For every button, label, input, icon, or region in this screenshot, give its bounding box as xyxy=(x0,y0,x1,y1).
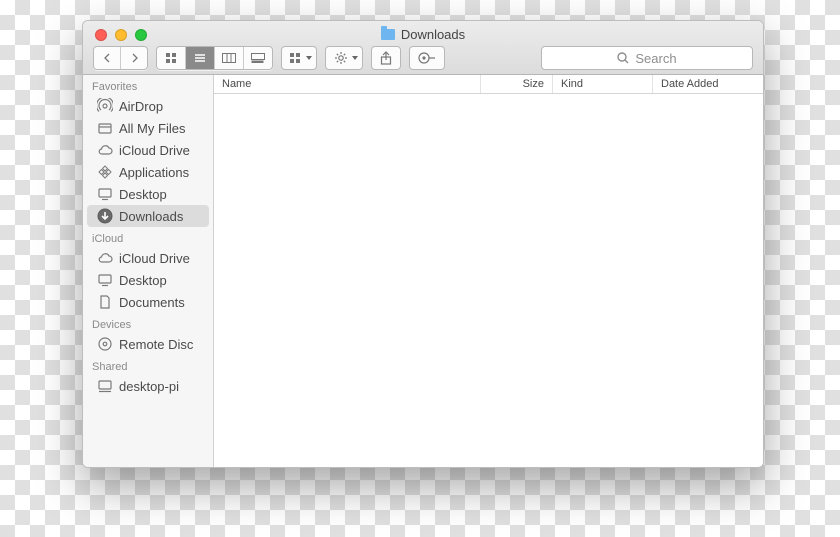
search-input[interactable]: Search xyxy=(541,46,753,70)
action-button[interactable] xyxy=(325,46,363,70)
chevron-left-icon xyxy=(103,53,112,63)
chevron-right-icon xyxy=(130,53,139,63)
view-list-button[interactable] xyxy=(185,47,214,69)
desktop-icon xyxy=(97,272,113,288)
share-icon xyxy=(380,51,392,65)
list-icon xyxy=(194,53,206,63)
icloud-icon xyxy=(97,142,113,158)
sidebar-item-desktop-pi[interactable]: desktop-pi xyxy=(83,375,213,397)
file-list: Name Size Kind Date Added xyxy=(214,75,763,467)
nav-forward-button[interactable] xyxy=(120,47,147,69)
toolbar: Search xyxy=(83,46,763,74)
airdrop-icon xyxy=(97,98,113,114)
sidebar-heading: Favorites xyxy=(83,75,213,95)
arrange-button[interactable] xyxy=(281,46,317,70)
gallery-icon xyxy=(251,53,265,63)
sidebar-item-documents[interactable]: Documents xyxy=(83,291,213,313)
sidebar-item-label: iCloud Drive xyxy=(119,143,190,158)
column-header-size[interactable]: Size xyxy=(481,75,553,93)
caret-down-icon xyxy=(352,56,358,60)
sidebar-heading: Shared xyxy=(83,355,213,375)
search-placeholder: Search xyxy=(635,51,676,66)
disc-icon xyxy=(97,336,113,352)
sidebar-item-label: AirDrop xyxy=(119,99,163,114)
sidebar: Favorites AirDrop All My Files iCloud Drive… xyxy=(83,75,214,467)
grid-icon xyxy=(165,52,177,64)
tag-icon xyxy=(418,52,436,64)
sidebar-item-applications[interactable]: Applications xyxy=(83,161,213,183)
view-gallery-button[interactable] xyxy=(243,47,272,69)
window-minimize-button[interactable] xyxy=(115,29,127,41)
sidebar-item-label: Documents xyxy=(119,295,185,310)
sidebar-heading: iCloud xyxy=(83,227,213,247)
sidebar-item-desktop[interactable]: Desktop xyxy=(83,183,213,205)
apps-icon xyxy=(97,164,113,180)
view-columns-button[interactable] xyxy=(214,47,243,69)
sidebar-item-label: Desktop xyxy=(119,273,167,288)
window-title: Downloads xyxy=(401,27,465,42)
sidebar-item-remote-disc[interactable]: Remote Disc xyxy=(83,333,213,355)
title-folder-icon xyxy=(381,29,395,40)
sidebar-item-downloads[interactable]: Downloads xyxy=(87,205,209,227)
sidebar-item-label: Desktop xyxy=(119,187,167,202)
window-zoom-button[interactable] xyxy=(135,29,147,41)
allfiles-icon xyxy=(97,120,113,136)
sidebar-item-label: All My Files xyxy=(119,121,185,136)
icloud-icon xyxy=(97,250,113,266)
nav-back-button[interactable] xyxy=(94,47,120,69)
sidebar-item-desktop[interactable]: Desktop xyxy=(83,269,213,291)
gear-icon xyxy=(334,51,348,65)
sidebar-item-label: desktop-pi xyxy=(119,379,179,394)
documents-icon xyxy=(97,294,113,310)
sidebar-item-label: Remote Disc xyxy=(119,337,193,352)
sidebar-item-all-my-files[interactable]: All My Files xyxy=(83,117,213,139)
column-header-row: Name Size Kind Date Added xyxy=(214,75,763,94)
sidebar-item-label: Downloads xyxy=(119,209,183,224)
columns-icon xyxy=(222,53,236,63)
titlebar: Downloads xyxy=(83,21,763,75)
window-close-button[interactable] xyxy=(95,29,107,41)
sidebar-item-label: Applications xyxy=(119,165,189,180)
search-icon xyxy=(617,52,629,64)
column-header-date[interactable]: Date Added xyxy=(653,75,763,93)
desktop-icon xyxy=(97,186,113,202)
view-icon-button[interactable] xyxy=(157,47,185,69)
sidebar-heading: Devices xyxy=(83,313,213,333)
column-header-name[interactable]: Name xyxy=(214,75,481,93)
tags-button[interactable] xyxy=(409,46,445,70)
downloads-icon xyxy=(97,208,113,224)
view-mode-selector xyxy=(156,46,273,70)
sidebar-item-icloud-drive[interactable]: iCloud Drive xyxy=(83,247,213,269)
arrange-icon xyxy=(290,53,302,63)
share-button[interactable] xyxy=(371,46,401,70)
nav-buttons xyxy=(93,46,148,70)
finder-window: Downloads xyxy=(82,20,764,468)
computer-icon xyxy=(97,378,113,394)
column-header-kind[interactable]: Kind xyxy=(553,75,653,93)
caret-down-icon xyxy=(306,56,312,60)
sidebar-item-label: iCloud Drive xyxy=(119,251,190,266)
sidebar-item-airdrop[interactable]: AirDrop xyxy=(83,95,213,117)
sidebar-item-icloud-drive[interactable]: iCloud Drive xyxy=(83,139,213,161)
